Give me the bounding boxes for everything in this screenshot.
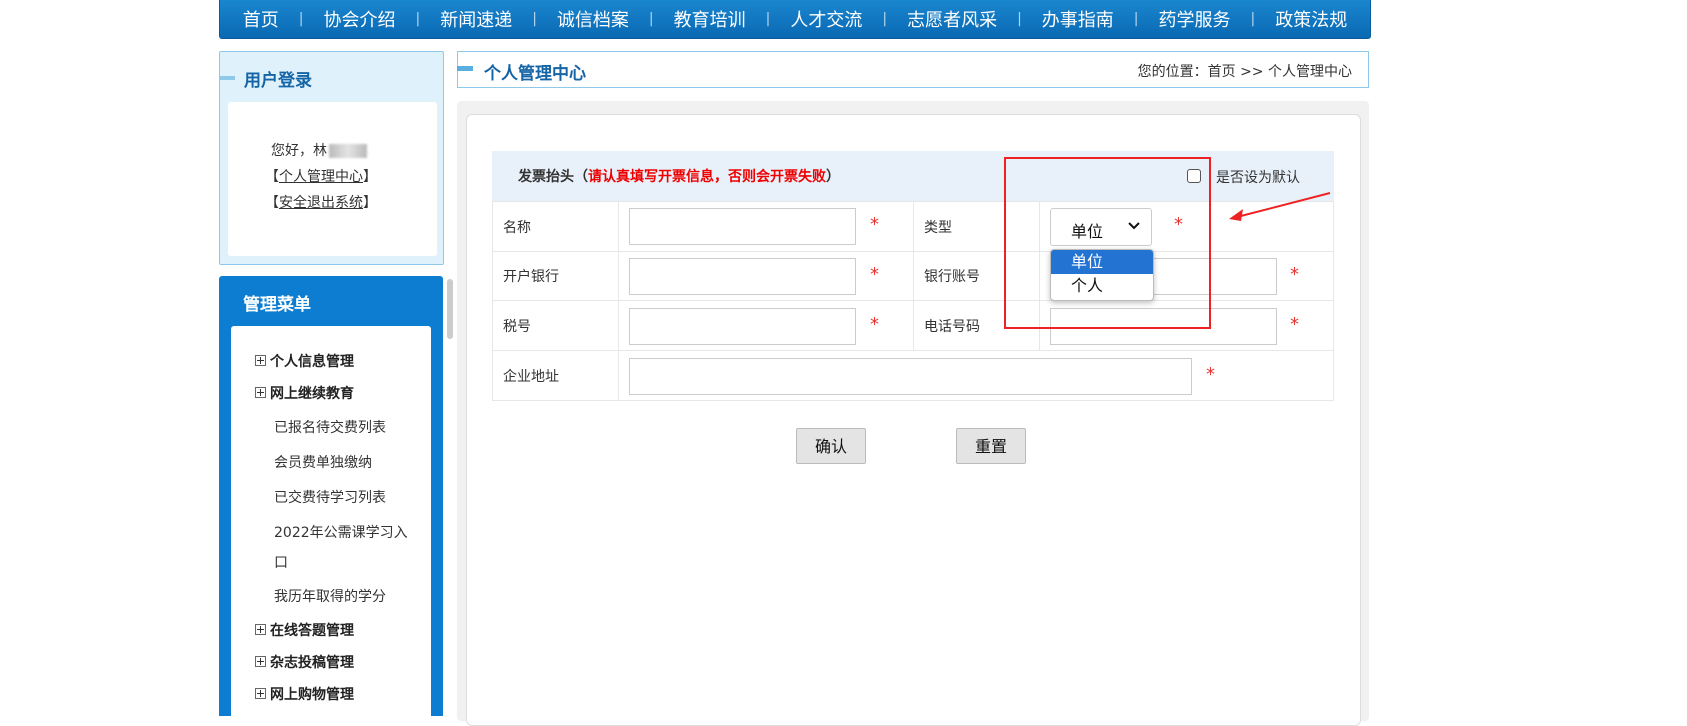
tax-input[interactable] (629, 308, 856, 345)
menu-title: 管理菜单 (243, 295, 311, 315)
default-checkbox-label: 是否设为默认 (1216, 170, 1300, 186)
required-star: * (1290, 264, 1299, 285)
bracket-left: 【 (265, 169, 279, 185)
breadcrumb: 您的位置：首页 >> 个人管理中心 (1138, 61, 1352, 81)
required-star: * (1290, 314, 1299, 335)
nav-item[interactable]: 协会介绍 (303, 6, 415, 32)
logout-line: 【安全退出系统】 (265, 192, 377, 212)
greeting-text: 您好，林 (271, 143, 327, 159)
title-accent (219, 76, 235, 80)
nav-item[interactable]: 政策法规 (1255, 6, 1367, 32)
menu-item-online-edu[interactable]: 网上继续教育 (255, 383, 354, 403)
nav-item[interactable]: 诚信档案 (537, 6, 649, 32)
confirm-button[interactable]: 确认 (796, 428, 866, 464)
menu-item-label: 在线答题管理 (270, 623, 354, 639)
redacted-name (329, 144, 367, 158)
expand-icon[interactable] (255, 655, 266, 667)
menu-item-pending-pay[interactable]: 已报名待交费列表 (274, 417, 386, 437)
bracket-right: 】 (363, 169, 377, 185)
nav-item[interactable]: 办事指南 (1022, 6, 1134, 32)
expand-icon[interactable] (255, 623, 266, 635)
breadcrumb-prefix: 您的位置： (1137, 64, 1208, 80)
top-nav: 首页 | 协会介绍 | 新闻速递 | 诚信档案 | 教育培训 | 人才交流 | 志愿者风采 | 办事指南 | 药… (219, 0, 1371, 39)
nav-item[interactable]: 首页 (223, 6, 299, 32)
expand-icon[interactable] (255, 354, 266, 366)
name-input[interactable] (629, 208, 856, 245)
required-star: * (870, 314, 879, 335)
management-menu: 管理菜单 个人信息管理 网上继续教育 已报名待交费列表 会员费单独缴纳 已交费待… (219, 276, 443, 726)
menu-item-label: 网上购物管理 (270, 687, 354, 703)
menu-item-paid-study[interactable]: 已交费待学习列表 (274, 487, 386, 507)
required-star: * (870, 264, 879, 285)
menu-item-credits[interactable]: 我历年取得的学分 (274, 586, 386, 606)
scrollbar[interactable] (447, 279, 453, 339)
menu-item-label: 杂志投稿管理 (270, 655, 354, 671)
name-label: 名称 (503, 220, 531, 236)
phone-label: 电话号码 (924, 319, 980, 335)
nav-item[interactable]: 志愿者风采 (887, 6, 1017, 32)
label-cell: 企业地址 (493, 351, 619, 400)
menu-item-label-line2: 口 (274, 555, 288, 571)
nav-item[interactable]: 教育培训 (654, 6, 766, 32)
page-header: 个人管理中心 您的位置：首页 >> 个人管理中心 (457, 51, 1369, 88)
login-content: 您好，林 【个人管理中心】 【安全退出系统】 (228, 102, 437, 256)
invoice-title-end: ） (826, 169, 840, 185)
page-title: 个人管理中心 (484, 64, 586, 84)
address-input[interactable] (629, 358, 1192, 395)
menu-item-label: 网上继续教育 (270, 386, 354, 402)
label-cell: 税号 (493, 301, 619, 350)
expand-icon[interactable] (255, 687, 266, 699)
menu-list: 个人信息管理 网上继续教育 已报名待交费列表 会员费单独缴纳 已交费待学习列表 … (231, 326, 431, 726)
title-accent (457, 66, 473, 71)
breadcrumb-current: 个人管理中心 (1268, 64, 1352, 80)
bank-input[interactable] (629, 258, 856, 295)
nav-item[interactable]: 新闻速递 (420, 6, 532, 32)
nav-item[interactable]: 人才交流 (770, 6, 882, 32)
personal-center-line: 【个人管理中心】 (265, 166, 377, 186)
menu-item-public-course[interactable]: 2022年公需课学习入 口 (274, 522, 408, 572)
label-cell: 名称 (493, 202, 619, 251)
menu-item-member-fee[interactable]: 会员费单独缴纳 (274, 452, 372, 472)
breadcrumb-separator: >> (1235, 64, 1268, 80)
type-label: 类型 (924, 220, 952, 236)
required-star: * (1206, 364, 1215, 385)
bracket-left: 【 (265, 195, 279, 211)
reset-button[interactable]: 重置 (956, 428, 1026, 464)
label-cell: 开户银行 (493, 251, 619, 300)
menu-item-personal-info[interactable]: 个人信息管理 (255, 351, 354, 371)
breadcrumb-home[interactable]: 首页 (1208, 64, 1236, 80)
expand-icon[interactable] (255, 386, 266, 398)
menu-item-label: 个人信息管理 (270, 354, 354, 370)
menu-item-online-quiz[interactable]: 在线答题管理 (255, 620, 354, 640)
logout-link[interactable]: 安全退出系统 (279, 195, 363, 211)
menu-item-shopping[interactable]: 网上购物管理 (255, 684, 354, 704)
annotation-highlight-box (1004, 157, 1211, 329)
personal-center-link[interactable]: 个人管理中心 (279, 169, 363, 185)
required-star: * (870, 214, 879, 235)
login-panel: 用户登录 您好，林 【个人管理中心】 【安全退出系统】 (219, 51, 444, 265)
address-label: 企业地址 (503, 369, 559, 385)
invoice-title: 发票抬头（请认真填写开票信息，否则会开票失败） (518, 166, 840, 186)
menu-item-label-line1: 2022年公需课学习入 (274, 525, 408, 541)
login-title: 用户登录 (244, 71, 312, 91)
tax-label: 税号 (503, 319, 531, 335)
bracket-right: 】 (363, 195, 377, 211)
bank-label: 开户银行 (503, 269, 559, 285)
greeting: 您好，林 (271, 140, 367, 160)
nav-item[interactable]: 药学服务 (1139, 6, 1251, 32)
invoice-warning: 请认真填写开票信息，否则会开票失败 (588, 169, 826, 185)
menu-item-journal[interactable]: 杂志投稿管理 (255, 652, 354, 672)
annotation-arrow-icon (1229, 192, 1331, 221)
account-label: 银行账号 (924, 269, 980, 285)
invoice-title-text: 发票抬头（ (518, 169, 588, 185)
